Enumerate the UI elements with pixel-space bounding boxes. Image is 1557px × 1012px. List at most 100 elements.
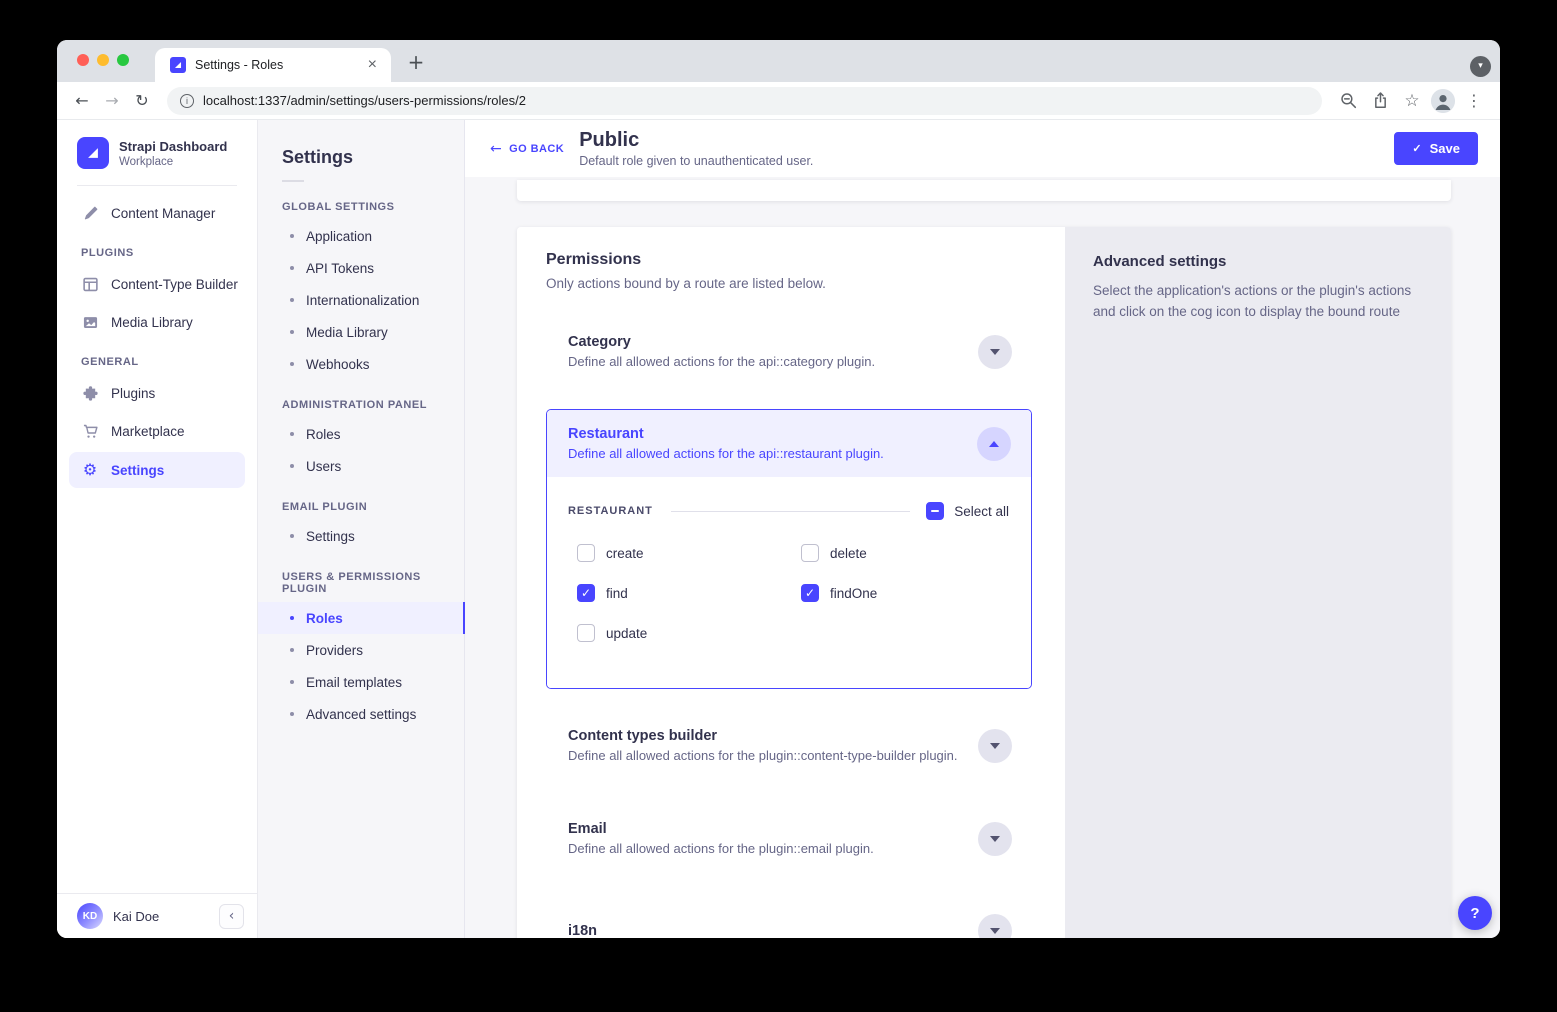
- brand[interactable]: Strapi Dashboard Workplace: [57, 120, 257, 185]
- accordion-title: Content types builder: [568, 728, 958, 744]
- action-findone: findOne: [801, 584, 1009, 602]
- action-update: update: [577, 624, 801, 642]
- subnav-item-internationalization[interactable]: Internationalization: [258, 284, 464, 316]
- subnav-item-label: Media Library: [306, 325, 388, 340]
- accordion-i18n: i18n: [546, 900, 1032, 938]
- subnav-item-providers[interactable]: Providers: [258, 634, 464, 666]
- save-button[interactable]: ✓ Save: [1394, 132, 1478, 165]
- expand-button[interactable]: [978, 335, 1012, 369]
- accordion-title: Category: [568, 334, 875, 350]
- subnav-item-label: Advanced settings: [306, 707, 416, 722]
- browser-window: Settings - Roles × + ▾ ← → ↻ i localhost…: [57, 40, 1500, 938]
- sidebar-item-content-manager[interactable]: Content Manager: [57, 194, 257, 232]
- permissions-card: Permissions Only actions bound by a rout…: [517, 227, 1065, 938]
- accordion-title: i18n: [568, 923, 597, 938]
- subnav-item-label: Settings: [306, 529, 355, 544]
- browser-toolbar: ← → ↻ i localhost:1337/admin/settings/us…: [57, 82, 1500, 120]
- tab-search-chevron-icon[interactable]: ▾: [1470, 56, 1491, 77]
- subnav-item-media-library[interactable]: Media Library: [258, 316, 464, 348]
- expand-button[interactable]: [978, 729, 1012, 763]
- browser-tab[interactable]: Settings - Roles ×: [155, 48, 391, 82]
- checkbox-delete[interactable]: [801, 544, 819, 562]
- subnav-item-email-settings[interactable]: Settings: [258, 520, 464, 552]
- sidebar-section-plugins: PLUGINS: [81, 247, 257, 259]
- accordion-header[interactable]: i18n: [546, 900, 1032, 938]
- expand-button[interactable]: [978, 914, 1012, 938]
- checkbox-findone[interactable]: [801, 584, 819, 602]
- role-form-card-bottom: [517, 180, 1451, 201]
- divider: [282, 180, 304, 182]
- accordion-description: Define all allowed actions for the api::…: [568, 354, 875, 369]
- checkbox-create[interactable]: [577, 544, 595, 562]
- page-title: Public: [579, 129, 813, 152]
- expand-button[interactable]: [978, 822, 1012, 856]
- new-tab-button[interactable]: +: [403, 50, 429, 76]
- minimize-window-button[interactable]: [97, 54, 109, 66]
- scroll-content[interactable]: Permissions Only actions bound by a rout…: [465, 177, 1500, 938]
- permissions-subtitle: Only actions bound by a route are listed…: [546, 276, 1032, 291]
- subnav-item-admin-users[interactable]: Users: [258, 450, 464, 482]
- browser-tab-bar: Settings - Roles × + ▾: [57, 40, 1500, 82]
- site-info-icon[interactable]: i: [180, 94, 194, 108]
- select-all: Select all: [926, 502, 1009, 520]
- accordion-email: Email Define all allowed actions for the…: [546, 807, 1032, 870]
- select-all-checkbox[interactable]: [926, 502, 944, 520]
- go-back-link[interactable]: ← GO BACK: [490, 141, 564, 157]
- reload-button[interactable]: ↻: [127, 91, 157, 110]
- bookmark-star-icon[interactable]: ☆: [1396, 91, 1428, 111]
- sidebar-item-label: Content Manager: [111, 206, 215, 221]
- user-avatar[interactable]: KD: [77, 903, 103, 929]
- window-controls: [77, 54, 129, 66]
- profile-avatar[interactable]: [1431, 89, 1455, 113]
- accordion-category: Category Define all allowed actions for …: [546, 320, 1032, 383]
- sidebar-item-plugins[interactable]: Plugins: [57, 374, 257, 412]
- sidebar-item-label: Settings: [111, 463, 164, 478]
- sidebar-item-settings[interactable]: ⚙ Settings: [69, 452, 245, 488]
- subnav-section-email-plugin: EMAIL PLUGIN: [282, 501, 464, 513]
- strapi-logo-icon: [77, 137, 109, 169]
- advanced-settings-title: Advanced settings: [1093, 253, 1423, 270]
- chevron-down-icon: [990, 836, 1000, 842]
- accordion-title: Email: [568, 821, 874, 837]
- sidebar-item-marketplace[interactable]: Marketplace: [57, 412, 257, 450]
- collapse-button[interactable]: [977, 427, 1011, 461]
- subnav-item-admin-roles[interactable]: Roles: [258, 418, 464, 450]
- subnav-item-email-templates[interactable]: Email templates: [258, 666, 464, 698]
- accordion-restaurant: Restaurant Define all allowed actions fo…: [546, 409, 1032, 689]
- forward-button[interactable]: →: [97, 91, 127, 110]
- accordion-header[interactable]: Restaurant Define all allowed actions fo…: [547, 410, 1031, 477]
- close-window-button[interactable]: [77, 54, 89, 66]
- collapse-sidebar-button[interactable]: ‹: [219, 904, 244, 929]
- sidebar-item-media-library[interactable]: Media Library: [57, 303, 257, 341]
- go-back-label: GO BACK: [509, 143, 564, 155]
- close-tab-icon[interactable]: ×: [364, 57, 381, 73]
- back-button[interactable]: ←: [67, 91, 97, 110]
- browser-menu-icon[interactable]: ⋮: [1458, 91, 1490, 110]
- brand-title: Strapi Dashboard: [119, 139, 227, 154]
- subnav-item-application[interactable]: Application: [258, 220, 464, 252]
- sidebar-item-label: Content-Type Builder: [111, 277, 238, 292]
- subnav-item-label: Email templates: [306, 675, 402, 690]
- sidebar-item-content-type-builder[interactable]: Content-Type Builder: [57, 265, 257, 303]
- permission-group-row: RESTAURANT Select all: [568, 502, 1009, 520]
- checkbox-update[interactable]: [577, 624, 595, 642]
- accordion-header[interactable]: Email Define all allowed actions for the…: [546, 807, 1032, 870]
- subnav-item-webhooks[interactable]: Webhooks: [258, 348, 464, 380]
- share-icon[interactable]: [1364, 92, 1396, 109]
- chevron-down-icon: [990, 928, 1000, 934]
- accordion-header[interactable]: Category Define all allowed actions for …: [546, 320, 1032, 383]
- help-button[interactable]: ?: [1458, 896, 1492, 930]
- address-bar[interactable]: i localhost:1337/admin/settings/users-pe…: [167, 87, 1322, 115]
- subnav-item-up-roles[interactable]: Roles: [258, 602, 464, 634]
- accordion-list: Category Define all allowed actions for …: [546, 320, 1032, 938]
- subnav-section-administration-panel: ADMINISTRATION PANEL: [282, 399, 464, 411]
- checkbox-find[interactable]: [577, 584, 595, 602]
- permissions-container: Permissions Only actions bound by a rout…: [517, 227, 1451, 938]
- sidebar-item-label: Media Library: [111, 315, 193, 330]
- main-content: ← GO BACK Public Default role given to u…: [465, 120, 1500, 938]
- subnav-item-advanced-settings[interactable]: Advanced settings: [258, 698, 464, 730]
- accordion-header[interactable]: Content types builder Define all allowed…: [546, 714, 1032, 777]
- fullscreen-window-button[interactable]: [117, 54, 129, 66]
- subnav-item-api-tokens[interactable]: API Tokens: [258, 252, 464, 284]
- zoom-icon[interactable]: [1332, 92, 1364, 109]
